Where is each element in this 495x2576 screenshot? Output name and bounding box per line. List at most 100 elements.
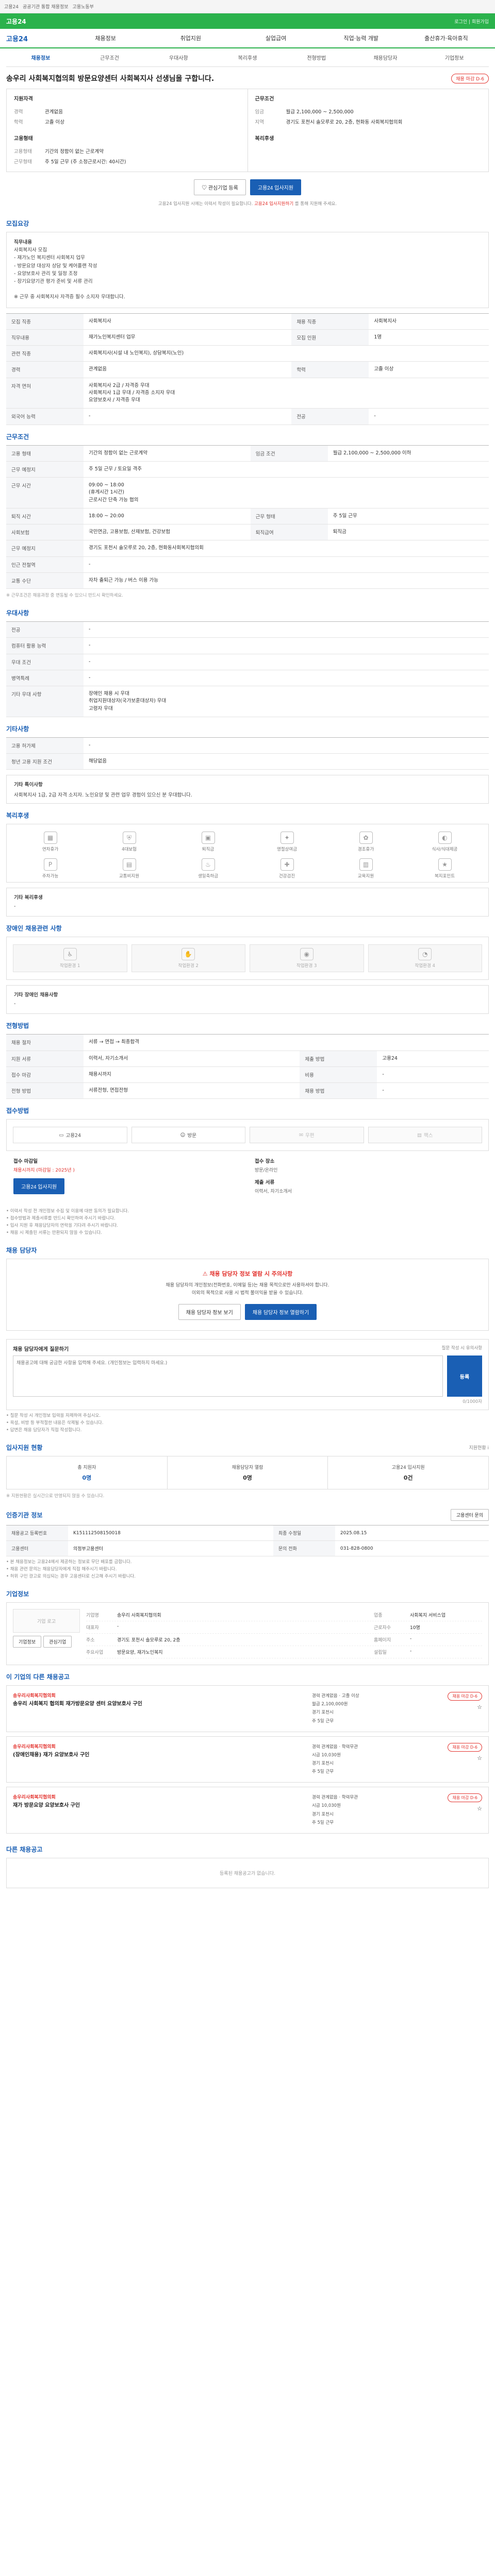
meta-line: 경기 포천시	[312, 1710, 334, 1716]
calendar-icon: ▦	[43, 832, 57, 844]
gnb-brand[interactable]: 고용24	[6, 17, 26, 26]
listing-meta: 경력 관계없음 · 학력무관 시급 10,030원 경기 포천시 주 5일 근무	[312, 1793, 446, 1827]
warning-icon: ⚠	[202, 1270, 210, 1278]
section-heading: 이 기업의 다른 채용공고	[6, 1673, 70, 1681]
welfare-item: ▤ 교통비지원	[92, 858, 167, 879]
kv-value: 기간의 정함이 없는 근로계약	[45, 149, 104, 155]
tab[interactable]: 우대사항	[144, 54, 213, 61]
tab[interactable]: 기업정보	[420, 54, 489, 61]
listing-title[interactable]: (장애인채용) 재가 요양보호사 구인	[13, 1750, 312, 1759]
row-key: 퇴직 시간	[6, 508, 84, 525]
qa-guide-link[interactable]: 질문 작성 시 유의사항	[442, 1345, 483, 1352]
star-icon[interactable]: ☆	[477, 1755, 482, 1761]
row-key: 고용센터	[6, 1540, 68, 1557]
global-nav: 고용24 로그인 | 회원가입	[0, 13, 495, 29]
star-icon[interactable]: ☆	[477, 1704, 482, 1710]
note-line: 이력서 작성 전 개인정보 수집 및 이용에 대한 동의가 필요합니다.	[6, 1208, 489, 1215]
tab[interactable]: 근무조건	[75, 54, 144, 61]
table-row: 채용 절차 서류 → 면접 → 최종합격	[6, 1034, 489, 1051]
table-row: 고용 형태 기간의 정함이 없는 근로계약 임금 조건 월급 2,100,000 ~ …	[6, 445, 489, 462]
welfare-label: 경조휴가	[357, 847, 374, 853]
welfare-label: 생일축하금	[197, 874, 219, 879]
cake-icon: ♨	[201, 858, 215, 871]
method-option: ▭ 고용24	[13, 1127, 127, 1144]
star-icon[interactable]: ☆	[477, 1805, 482, 1812]
row-key: 전형 방법	[6, 1082, 84, 1099]
tab[interactable]: 복리후생	[213, 54, 282, 61]
summary-row: 학력 고졸 이상	[14, 116, 240, 127]
menu-item[interactable]: 실업급여	[233, 34, 318, 42]
tab[interactable]: 채용정보	[6, 54, 75, 61]
stat-label: 채용담당자 열람	[232, 1465, 263, 1471]
listing-main: 송우리사회복지협의회 송우리 사회복지 협의회 재가방문요양 센터 요양보호사 …	[13, 1692, 312, 1725]
view-contact-button[interactable]: 채용 담당자 정보 보기	[178, 1304, 241, 1320]
company-info-button[interactable]: 기업정보	[13, 1636, 42, 1648]
login-links[interactable]: 로그인 | 회원가입	[454, 18, 489, 25]
meta-line: 주 5일 근무	[312, 1820, 334, 1825]
section-heading: 입사지원 현황	[6, 1444, 43, 1452]
method-option: ☺ 방문	[131, 1127, 245, 1144]
health-icon: ✚	[280, 858, 294, 871]
qa-header: 채용 담당자에게 질문하기 질문 작성 시 유의사항	[13, 1345, 482, 1352]
listing-title[interactable]: 재가 방문요양 요양보호사 구인	[13, 1800, 312, 1810]
job-listing-card[interactable]: 송우리사회복지협의회 (장애인채용) 재가 요양보호사 구인 경력 관계없음 ·…	[6, 1736, 489, 1783]
info-link[interactable]: 지원현황 i	[469, 1444, 489, 1451]
row-value: -	[84, 621, 489, 638]
note-link[interactable]: 고용24 입사지원하기	[254, 201, 293, 207]
stat-value: 0명	[243, 1475, 252, 1482]
site-logo[interactable]: 고용24	[6, 33, 63, 43]
disability-notes-box: 기타 장애인 채용사항 -	[6, 985, 489, 1014]
open-contact-button[interactable]: 채용 담당자 정보 열람하기	[244, 1304, 317, 1320]
job-listing-card[interactable]: 송우리사회복지협의회 재가 방문요양 요양보호사 구인 경력 관계없음 · 학력…	[6, 1787, 489, 1834]
submit-question-button[interactable]: 등록	[447, 1355, 482, 1397]
topbar-item[interactable]: 고용24	[4, 3, 19, 10]
qa-notes: 질문 작성 시 개인정보 입력을 자제하여 주십시오. 욕설, 비방 등 부적절…	[6, 1410, 489, 1436]
row-value: -	[410, 1649, 412, 1654]
summary-row: 지역 경기도 포천시 솔모루로 20, 2층, 현화동 사회복지협의회	[255, 116, 482, 127]
table-row: 근무 예정지 경기도 포천시 솔모루로 20, 2층, 현화동사회복지협의회	[6, 540, 489, 557]
question-input[interactable]	[13, 1355, 443, 1397]
section-heading: 인증기관 정보	[6, 1512, 43, 1519]
row-key: 임금 조건	[250, 445, 328, 462]
row-value: 고용24	[377, 1050, 489, 1067]
table-row: 청년 고용 지원 조건 해당없음	[6, 753, 489, 770]
alert-text: 채용 담당자의 개인정보(전화번호, 이메일 등)는 채용 목적으로만 사용하셔…	[166, 1283, 329, 1289]
stat-value: 0명	[82, 1475, 92, 1482]
apply-button[interactable]: 고용24 입사지원	[250, 179, 301, 195]
topbar-item[interactable]: 고용노동부	[73, 3, 94, 10]
favorite-company-button[interactable]: ♡ 관심기업 등록	[194, 179, 246, 195]
row-value: 이력서, 자기소개서	[84, 1050, 300, 1067]
center-contact-button[interactable]: 고용센터 문의	[450, 1509, 489, 1521]
note-line: 욕설, 비방 등 부적절한 내용은 삭제될 수 있습니다.	[6, 1419, 489, 1427]
listing-title[interactable]: 송우리 사회복지 협의회 재가방문요양 센터 요양보호사 구인	[13, 1699, 312, 1708]
method-option: ▤ 팩스	[368, 1127, 482, 1144]
row-key: 지원 서류	[6, 1050, 84, 1067]
kv-key: 학력	[14, 120, 23, 125]
row-value: 사회복지사	[369, 313, 489, 330]
menu-item[interactable]: 직업·능력 개발	[319, 34, 404, 42]
detail-tabs: 채용정보 근무조건 우대사항 복리후생 전형방법 채용담당자 기업정보	[6, 48, 489, 67]
job-listing-card[interactable]: 송우리사회복지협의회 송우리 사회복지 협의회 재가방문요양 센터 요양보호사 …	[6, 1685, 489, 1732]
listing-meta: 경력 관계없음 · 학력무관 시급 10,030원 경기 포천시 주 5일 근무	[312, 1743, 446, 1776]
menu-item[interactable]: 취업지원	[148, 34, 233, 42]
method-details: 접수 마감일 채용시까지 (마감일 : 2025년 ) 고용24 입사지원 접수…	[6, 1151, 489, 1206]
method-label: 우편	[305, 1133, 315, 1139]
favorite-button[interactable]: 관심기업	[43, 1636, 72, 1648]
menu-item[interactable]: 출산휴가·육아휴직	[404, 34, 489, 42]
tab[interactable]: 전형방법	[282, 54, 351, 61]
row-value: 채용시까지	[84, 1066, 300, 1083]
welfare-item: ✿ 경조휴가	[328, 832, 403, 852]
deadline-badge: 채용 마감 D-6	[451, 73, 489, 83]
meta-line: 경력 관계없음 · 학력무관	[312, 1795, 358, 1801]
table-row: 고용센터 의정부고용센터 문의 전화 031-828-0800	[6, 1540, 489, 1557]
note-text: 고용24 입사지원 시에는 이력서 작성이 필요합니다.	[158, 201, 253, 207]
apply-button-secondary[interactable]: 고용24 입사지원	[13, 1178, 65, 1195]
tab[interactable]: 채용담당자	[351, 54, 420, 61]
welfare-label: 주차가능	[42, 874, 59, 879]
welfare-item: ★ 복지포인트	[407, 858, 482, 879]
box-title: 기타 장애인 채용사항	[14, 992, 58, 998]
table-row: 사회보험 국민연금, 고용보험, 산재보험, 건강보험 퇴직급여 퇴직금	[6, 524, 489, 541]
topbar-item[interactable]: 공공기관 통합 채용정보	[23, 3, 69, 10]
menu-item[interactable]: 채용정보	[63, 34, 148, 42]
meta-line: 경기 포천시	[312, 1761, 334, 1767]
